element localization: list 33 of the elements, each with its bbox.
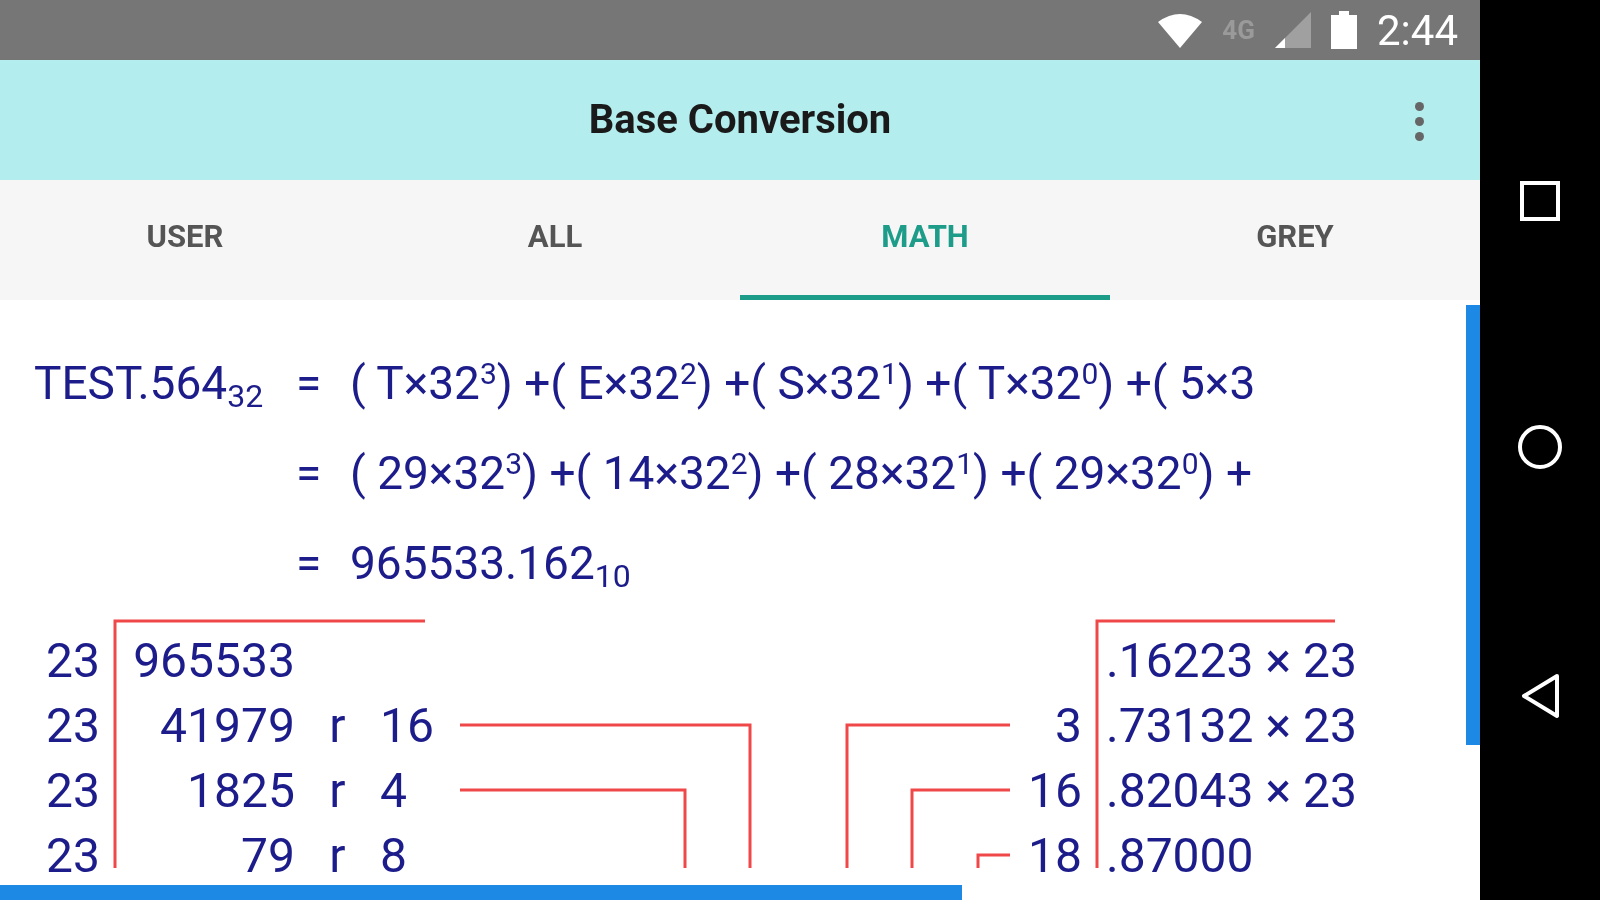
app-title: Base Conversion (588, 95, 892, 145)
equals-sign: = (295, 534, 323, 592)
fraction-product: .87000 (1105, 825, 1254, 886)
expansion-line: 965533.162$_{10}$ (350, 534, 631, 597)
tab[interactable]: ALL (370, 180, 740, 300)
tab[interactable]: USER (0, 180, 370, 300)
divisor: 23 (45, 760, 100, 821)
clock: 2:44 (1377, 4, 1458, 57)
quotient: 41979 (159, 695, 295, 756)
quotient: 965533 (132, 630, 295, 691)
remainder: 8 (380, 825, 407, 886)
remainder: 4 (380, 760, 407, 821)
divisor: 23 (45, 825, 100, 886)
fraction-product: .73132 × 23 (1105, 695, 1357, 756)
fraction-product: .82043 × 23 (1105, 760, 1357, 821)
equals-sign: = (295, 354, 323, 412)
divisor: 23 (45, 630, 100, 691)
equals-sign: = (295, 444, 323, 502)
tab[interactable]: GREY (1110, 180, 1480, 300)
remainder: 16 (380, 695, 434, 756)
fraction-digit: 18 (1028, 825, 1082, 886)
fraction-product: .16223 × 23 (1105, 630, 1357, 691)
quotient: 79 (240, 825, 295, 886)
fraction-digit: 3 (1055, 695, 1082, 756)
expansion-line: ( T×32$^{3}$) +( E×32$^{2}$) +( S×32$^{1}$) +( T×32$^{0}$) +( 5×3 (350, 354, 1256, 412)
remainder-marker: r (329, 825, 346, 886)
remainder-marker: r (329, 760, 346, 821)
remainder-marker: r (329, 695, 346, 756)
divisor: 23 (45, 695, 100, 756)
input-number: TEST.564$_{32}$ (34, 354, 264, 417)
quotient: 1825 (186, 760, 295, 821)
expansion-line: ( 29×32$^{3}$) +( 14×32$^{2}$) +( 28×32$^{1}$) +( 29×32$^{0}$) + (350, 444, 1253, 502)
fraction-digit: 16 (1028, 760, 1082, 821)
